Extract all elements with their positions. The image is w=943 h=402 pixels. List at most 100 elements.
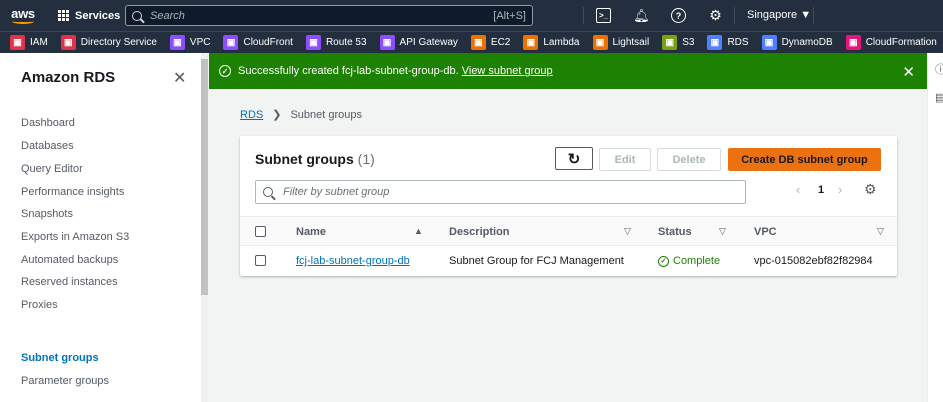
favorite-label: EC2 [490,37,511,48]
breadcrumb: RDS ❯ Subnet groups [240,108,363,122]
lightsail-icon: ▣ [592,35,608,50]
aws-smile-icon [12,19,34,24]
favorite-cloudfront[interactable]: ▣ CloudFront [223,35,293,50]
chevron-right-icon[interactable]: › [838,182,842,197]
sidebar-item-query-editor[interactable]: Query Editor [21,163,83,175]
select-all-checkbox[interactable] [255,226,266,237]
sort-ascending-icon[interactable]: ▲ [414,226,423,236]
filter-input[interactable] [283,186,745,198]
cloudformation-icon: ▣ [845,35,861,50]
services-menu[interactable]: Services [58,10,120,22]
grid-icon [58,10,69,21]
directory-service-icon: ▣ [60,35,76,50]
favorite-label: API Gateway [399,37,458,48]
breadcrumb-rds[interactable]: RDS [240,109,263,121]
edit-button[interactable]: Edit [599,148,651,171]
favorite-rds[interactable]: ▣ RDS [707,35,749,50]
favorite-label: DynamoDB [781,37,833,48]
favorite-cloudformation[interactable]: ▣ CloudFormation [845,35,937,50]
sidebar-item-performance-insights[interactable]: Performance insights [21,186,124,198]
column-header-status[interactable]: Status [658,226,692,238]
delete-button[interactable]: Delete [657,148,721,171]
favorite-dynamodb[interactable]: ▣ DynamoDB [761,35,833,50]
right-tools-panel: ⓘ ▤ [927,53,943,402]
dynamodb-icon: ▣ [761,35,777,50]
help-icon[interactable]: ? [671,8,686,23]
chevron-left-icon[interactable]: ‹ [796,182,800,197]
favorite-route53[interactable]: ▣ Route 53 [305,35,367,50]
column-header-vpc[interactable]: VPC [754,226,777,238]
search-input[interactable] [150,9,494,22]
column-header-description[interactable]: Description [449,226,510,238]
lambda-icon: ▣ [523,35,539,50]
sidebar-item-automated-backups[interactable]: Automated backups [21,254,118,266]
feedback-icon[interactable]: ▤ [935,91,943,104]
panel-title-text: Subnet groups [255,151,354,167]
sidenav-scrollbar-thumb[interactable] [201,59,208,295]
status-text: Complete [673,255,721,267]
cloudshell-icon[interactable]: >_ [596,8,611,23]
subnet-group-name-link[interactable]: fcj-lab-subnet-group-db [296,255,410,267]
favorite-label: IAM [30,37,48,48]
region-selector[interactable]: Singapore ▼ [747,9,811,21]
panel-title: Subnet groups (1) [255,151,375,167]
close-icon[interactable]: ✕ [173,68,186,88]
sidebar-item-parameter-groups[interactable]: Parameter groups [21,375,109,387]
vpc-icon: ▣ [169,35,185,50]
rds-icon: ▣ [707,35,723,50]
favorites-bar: ▣ IAM ▣ Directory Service ▣ VPC ▣ CloudFront ▣ Ro… [0,31,943,53]
ec2-icon: ▣ [470,35,486,50]
gear-icon[interactable]: ⚙ [708,7,723,23]
global-search[interactable]: [Alt+S] [125,5,533,26]
sort-icon[interactable]: ▽ [877,226,884,237]
sidebar-item-databases[interactable]: Databases [21,140,74,152]
api-gateway-icon: ▣ [379,35,395,50]
column-header-name[interactable]: Name [296,226,326,238]
favorite-label: S3 [682,37,695,48]
favorite-vpc[interactable]: ▣ VPC [169,35,210,50]
aws-logo[interactable]: aws [0,0,46,31]
row-checkbox[interactable] [255,255,266,266]
favorite-api-gateway[interactable]: ▣ API Gateway [379,35,458,50]
vpc-id: vpc-015082ebf82f82984 [754,255,873,267]
view-subnet-group-link[interactable]: View subnet group [462,65,553,77]
breadcrumb-current: Subnet groups [290,108,363,121]
sort-icon[interactable]: ▽ [719,226,726,237]
search-shortcut: [Alt+S] [493,9,526,22]
sidebar-item-proxies[interactable]: Proxies [21,299,58,311]
info-icon[interactable]: ⓘ [935,61,943,77]
status-badge: ✓ Complete [658,255,720,267]
search-icon [132,10,142,21]
nav-divider [734,7,735,24]
sidebar-item-reserved-instances[interactable]: Reserved instances [21,276,118,288]
sidebar-item-subnet-groups[interactable]: Subnet groups [21,352,99,364]
s3-icon: ▣ [662,35,678,50]
favorite-lightsail[interactable]: ▣ Lightsail [592,35,649,50]
sidebar-item-snapshots[interactable]: Snapshots [21,208,73,220]
favorite-label: Directory Service [80,37,157,48]
bell-icon[interactable]: 🔔︎ [633,8,650,23]
favorite-directory-service[interactable]: ▣ Directory Service [60,35,157,50]
favorite-iam[interactable]: ▣ IAM [10,35,48,50]
preferences-gear-icon[interactable]: ⚙ [864,181,877,198]
sort-icon[interactable]: ▽ [624,226,631,237]
services-label: Services [75,9,121,22]
dismiss-icon[interactable]: ✕ [902,63,915,81]
create-db-subnet-group-button[interactable]: Create DB subnet group [728,148,881,171]
favorite-label: Lambda [543,37,580,48]
favorite-s3[interactable]: ▣ S3 [662,35,694,50]
page-number[interactable]: 1 [818,184,824,196]
table-header: Name ▲ Description ▽ Status ▽ VPC ▽ [240,216,897,246]
favorite-lambda[interactable]: ▣ Lambda [523,35,580,50]
search-icon [263,187,273,197]
subnet-groups-panel: Subnet groups (1) ↻ Edit Delete Create D… [240,136,897,276]
table-row[interactable]: fcj-lab-subnet-group-db Subnet Group for… [240,246,897,276]
sidebar-item-exports-in-amazon-s3[interactable]: Exports in Amazon S3 [21,231,129,243]
flash-message: Successfully created fcj-lab-subnet-grou… [238,65,459,77]
success-flashbar: ✓ Successfully created fcj-lab-subnet-gr… [209,53,927,89]
favorite-ec2[interactable]: ▣ EC2 [470,35,511,50]
sidebar-item-dashboard[interactable]: Dashboard [21,117,75,129]
refresh-button[interactable]: ↻ [555,147,593,170]
success-check-icon: ✓ [219,65,231,77]
filter-box[interactable] [255,180,746,204]
